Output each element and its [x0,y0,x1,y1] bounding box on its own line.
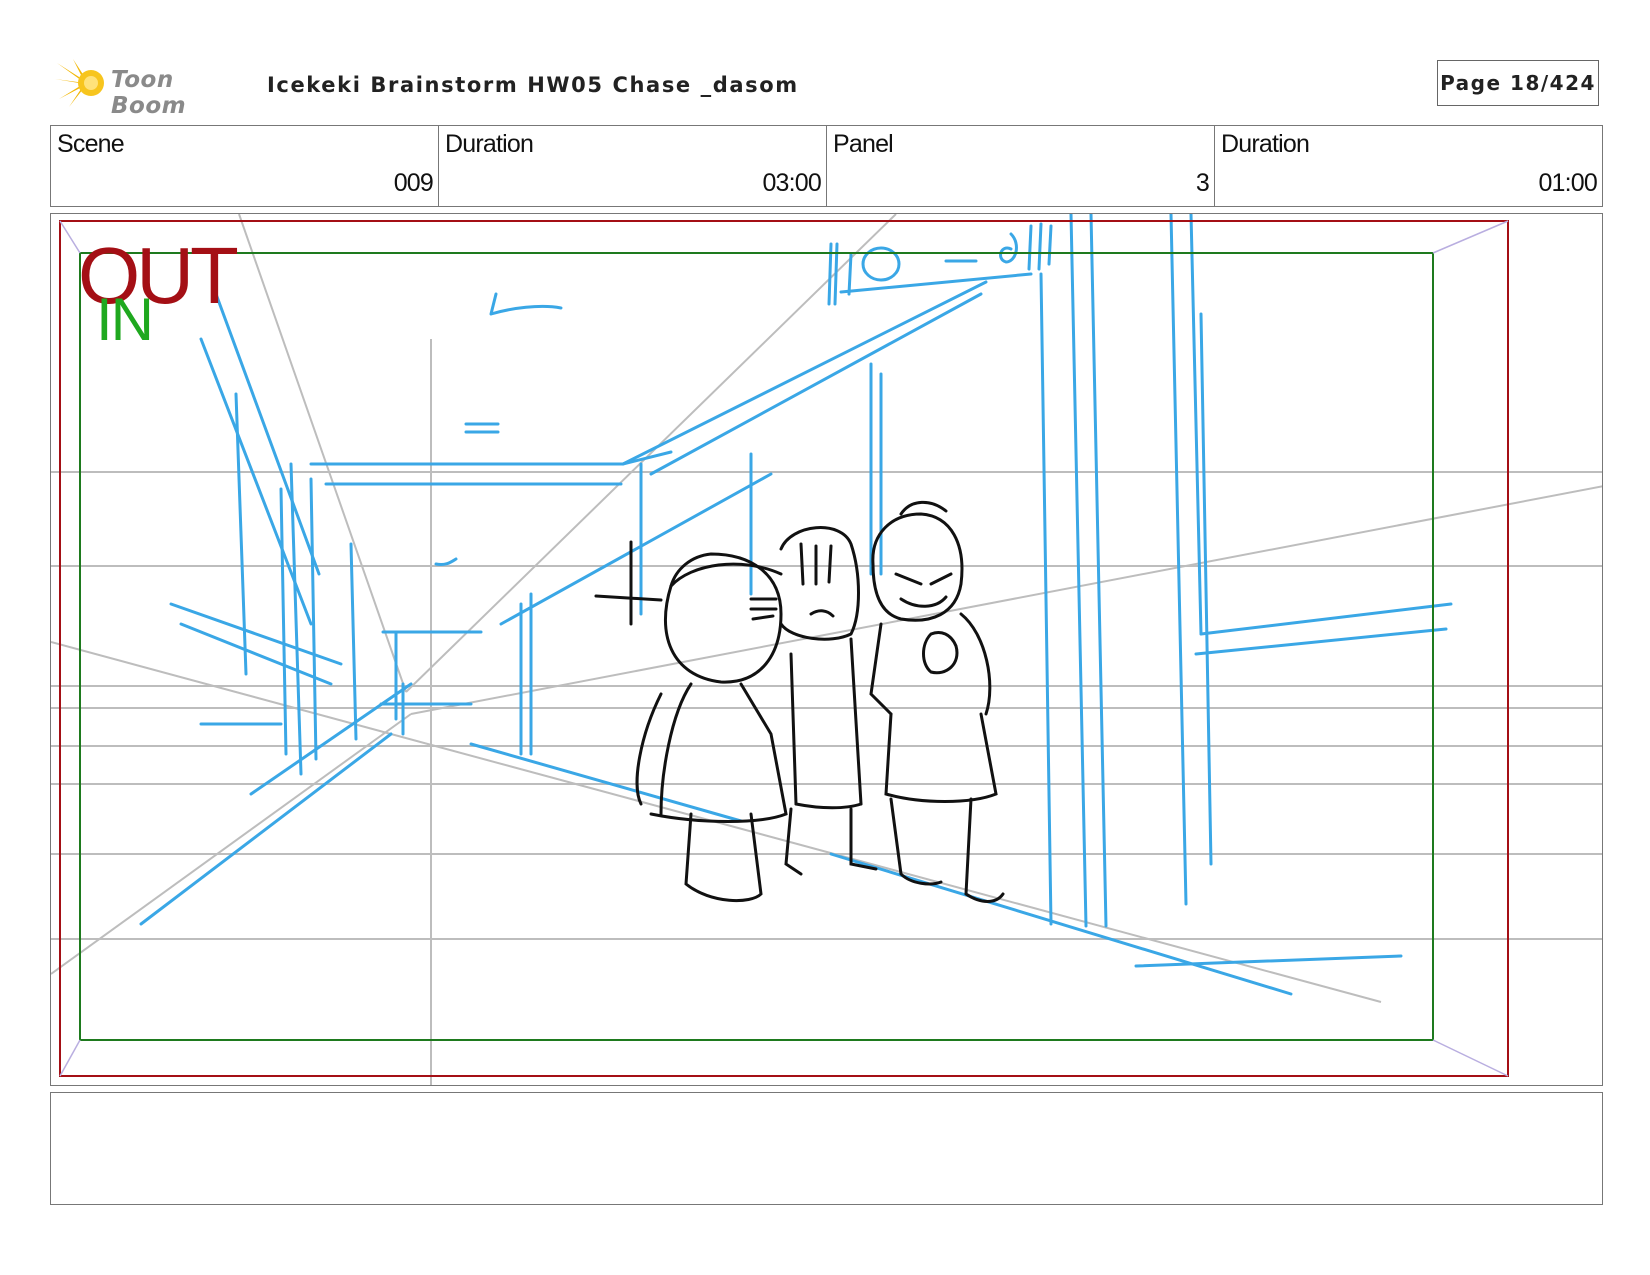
scene-duration-label: Duration [445,130,534,158]
scene-value: 009 [393,169,434,197]
corridor-sketch [139,214,1453,996]
page-header: Toon Boom Icekeki Brainstorm HW05 Chase … [50,55,1603,119]
frame-corner-guides [59,220,1509,1077]
scene-label: Scene [57,130,125,158]
panel-value: 3 [1195,169,1210,197]
scene-duration-value: 03:00 [762,169,821,197]
document-title: Icekeki Brainstorm HW05 Chase _dasom [267,73,799,97]
starburst-icon [55,59,104,107]
storyboard-panel: OUT IN [50,213,1603,1086]
panel-cell: Panel 3 [827,126,1215,206]
panel-label: Panel [833,130,894,158]
panel-sketch [51,214,1602,1085]
logo-wordmark: Toon Boom [111,67,187,119]
panel-duration-label: Duration [1221,130,1310,158]
toon-boom-logo: Toon Boom [55,57,255,119]
scene-info-table: Scene 009 Duration 03:00 Panel 3 Duratio… [50,125,1603,207]
scene-cell: Scene 009 [51,126,439,206]
panel-notes-box [50,1092,1603,1205]
scene-duration-cell: Duration 03:00 [439,126,827,206]
in-frame-label: IN [96,286,154,353]
panel-duration-value: 01:00 [1538,169,1597,197]
panel-duration-cell: Duration 01:00 [1215,126,1602,206]
page-number: Page 18/424 [1437,60,1599,106]
characters-sketch [594,500,1005,903]
out-frame [59,220,1509,1077]
